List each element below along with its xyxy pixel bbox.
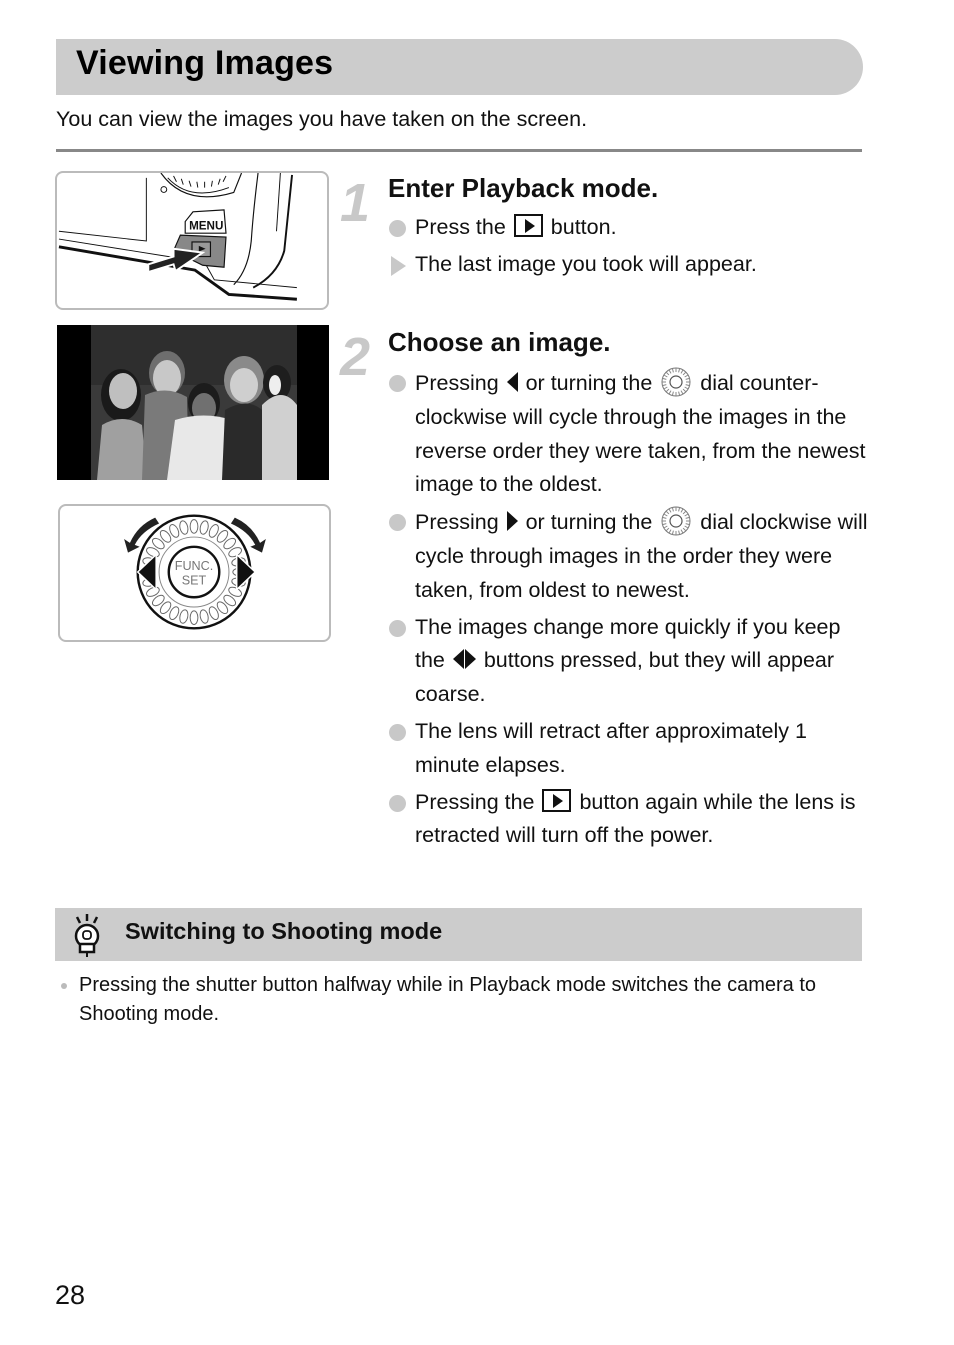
bullet-dot — [389, 794, 406, 812]
camera-playback-illustration: MENU — [55, 171, 329, 310]
right-arrow-icon — [506, 511, 518, 532]
camera-back-drawing: MENU — [58, 173, 297, 301]
playback-photo — [57, 325, 329, 480]
bullet-dot — [389, 619, 406, 637]
lightbulb-icon — [74, 914, 100, 957]
left-arrow-icon — [506, 372, 518, 392]
play-icon — [513, 214, 543, 237]
control-dial-icon — [661, 506, 691, 536]
bullet-text: or turning the — [519, 510, 659, 535]
step-2-bullet: The lens will retract after approximatel… — [388, 715, 868, 783]
intro-text: You can view the images you have taken o… — [56, 107, 588, 131]
menu-label: MENU — [189, 219, 223, 232]
right-arrow-icon — [464, 649, 476, 670]
dial-drawing: FUNC. SET — [124, 514, 266, 630]
set-label: SET — [182, 574, 207, 588]
left-arrow-icon — [452, 649, 464, 670]
page-title: Viewing Images — [76, 44, 334, 82]
bullet-dot — [389, 375, 406, 392]
bullet-text: or turning the — [519, 371, 659, 395]
tip-text: Pressing the shutter button halfway whil… — [79, 974, 817, 1025]
bullet-text: The last image you took will appear. — [415, 251, 757, 276]
bullet-dot — [389, 514, 406, 532]
bullet-text: Press the — [415, 215, 506, 239]
bullet-text: Pressing — [415, 371, 505, 395]
step-1-number: 1 — [340, 173, 371, 233]
tip-title: Switching to Shooting mode — [125, 918, 443, 944]
step-2-bullet: The images change more quickly if you ke… — [388, 611, 868, 712]
step-1-bullets: Press the button. The last image you too… — [388, 211, 868, 282]
step-2-bullet: Pressing or turning the dial clockwise w… — [388, 505, 868, 607]
step-2-bullet: Pressing or turning the dial counter-clo… — [388, 366, 868, 502]
step-2-bullets: Pressing or turning the dial counter-clo… — [388, 366, 868, 853]
step-2-bullet: Pressing the button again while the lens… — [388, 786, 868, 854]
bullet-text: Pressing — [415, 510, 505, 535]
step-1-result: The last image you took will appear. — [388, 248, 868, 282]
step-2-number: 2 — [340, 327, 371, 387]
control-dial-icon — [661, 367, 691, 397]
title-bar: Viewing Images — [56, 39, 863, 95]
page-number: 28 — [55, 1280, 86, 1310]
result-arrow-icon — [391, 255, 406, 276]
children-photo-drawing — [57, 325, 329, 480]
step-2-title: Choose an image. — [388, 327, 611, 357]
bullet-dot — [389, 220, 406, 237]
bullet-text: buttons pressed, but they will appear co… — [415, 648, 835, 707]
bullet-dot — [389, 723, 406, 741]
bullet-text: The lens will retract after approximatel… — [415, 718, 807, 777]
bullet-text: Pressing the — [415, 789, 541, 814]
control-dial-illustration: FUNC. SET — [58, 504, 331, 642]
step-1-title: Enter Playback mode. — [388, 173, 659, 203]
tip-header: Switching to Shooting mode — [55, 908, 862, 961]
divider — [56, 149, 862, 152]
play-icon — [542, 788, 572, 812]
tip-bullet-dot — [61, 983, 67, 989]
func-label: FUNC. — [175, 559, 214, 573]
step-1-bullet: Press the button. — [388, 211, 868, 245]
bullet-text: button. — [550, 215, 617, 239]
